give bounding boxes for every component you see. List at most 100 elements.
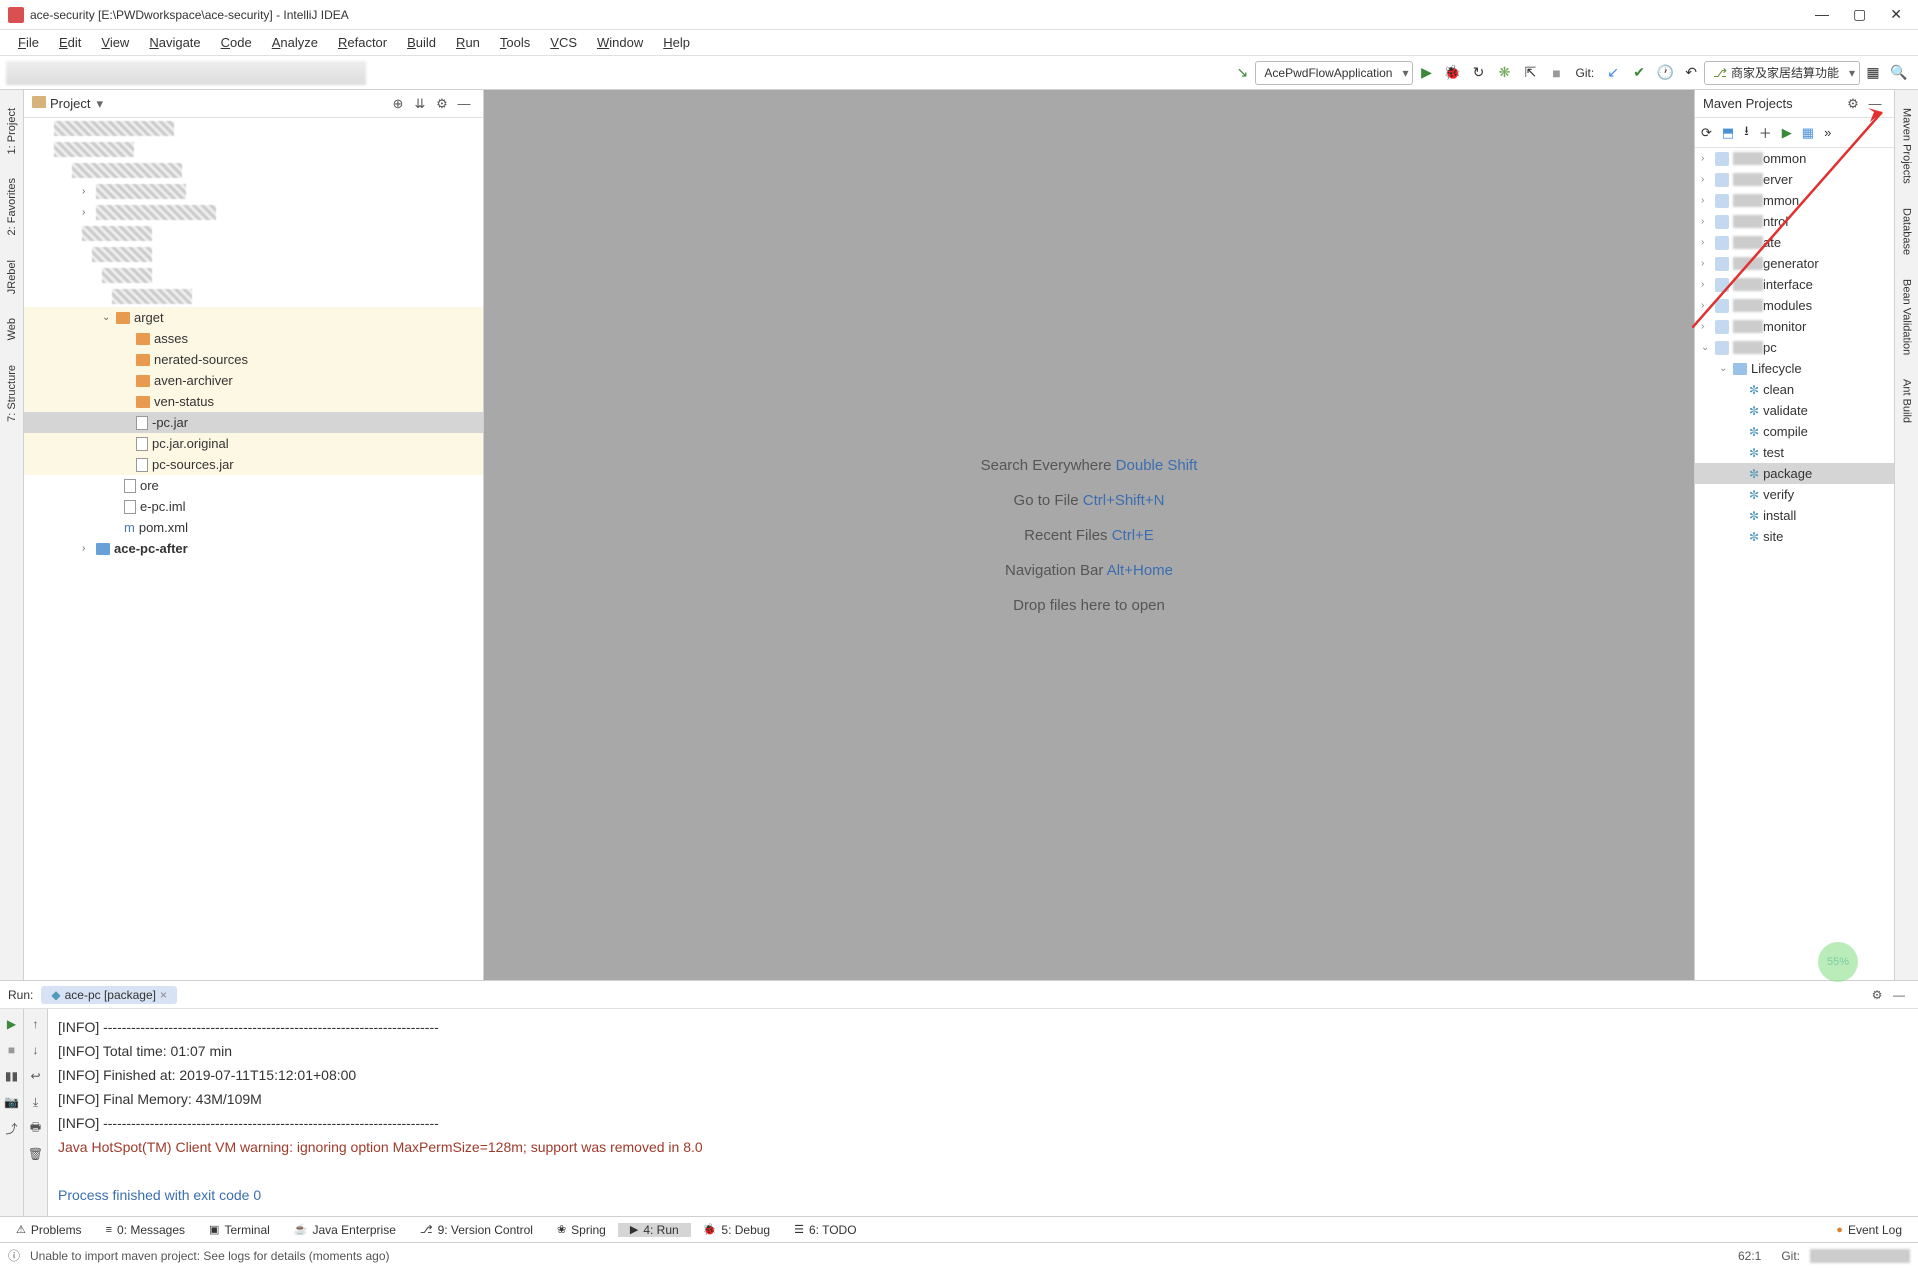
up-icon[interactable]: ↑ <box>27 1015 45 1033</box>
maven-goal-clean[interactable]: ✼clean <box>1695 379 1894 400</box>
left-tab-web[interactable]: Web <box>4 306 20 352</box>
maven-module-row[interactable]: ⌄pc <box>1695 337 1894 358</box>
menu-view[interactable]: View <box>91 31 139 54</box>
tree-item-label[interactable]: aven-archiver <box>154 373 233 388</box>
run-maven-icon[interactable]: ▶ <box>1782 125 1792 141</box>
maven-goal-compile[interactable]: ✼compile <box>1695 421 1894 442</box>
maven-module-row[interactable]: ›monitor <box>1695 316 1894 337</box>
stop-icon[interactable]: ■ <box>1543 60 1569 86</box>
run-console[interactable]: [INFO] ---------------------------------… <box>48 1009 1918 1216</box>
menu-analyze[interactable]: Analyze <box>262 31 328 54</box>
vcs-commit-icon[interactable]: ✔ <box>1626 60 1652 86</box>
menu-build[interactable]: Build <box>397 31 446 54</box>
tree-item-label[interactable]: -pc.jar <box>152 415 188 430</box>
left-tab-7--structure[interactable]: 7: Structure <box>4 353 20 434</box>
maven-lifecycle-folder[interactable]: ⌄Lifecycle <box>1695 358 1894 379</box>
maven-module-row[interactable]: ›mmon <box>1695 190 1894 211</box>
run-icon[interactable]: ▶ <box>1413 60 1439 86</box>
stop-icon[interactable]: ■ <box>3 1041 21 1059</box>
build-icon[interactable]: ↘ <box>1229 60 1255 86</box>
status-git-label[interactable]: Git: <box>1771 1249 1810 1263</box>
maven-module-row[interactable]: ›ntrol <box>1695 211 1894 232</box>
bottom-tab-problems[interactable]: ⚠Problems <box>4 1223 94 1237</box>
project-panel-title[interactable]: Project <box>50 96 90 111</box>
menu-code[interactable]: Code <box>211 31 262 54</box>
bottom-tab-5--debug[interactable]: 🐞5: Debug <box>691 1223 782 1237</box>
down-icon[interactable]: ↓ <box>27 1041 45 1059</box>
right-tab-maven-projects[interactable]: Maven Projects <box>1899 96 1915 196</box>
bottom-tab-java-enterprise[interactable]: ☕Java Enterprise <box>282 1223 408 1237</box>
left-tab-1--project[interactable]: 1: Project <box>4 96 20 166</box>
attach-icon[interactable]: ⇱ <box>1517 60 1543 86</box>
menu-run[interactable]: Run <box>446 31 490 54</box>
right-tab-ant-build[interactable]: Ant Build <box>1899 367 1915 435</box>
hide-icon[interactable]: — <box>1888 988 1910 1002</box>
menu-navigate[interactable]: Navigate <box>139 31 210 54</box>
project-structure-icon[interactable]: ▦ <box>1860 60 1886 86</box>
soft-wrap-icon[interactable]: ↩ <box>27 1067 45 1085</box>
project-tree[interactable]: › › ⌄arget asses nerated-sources aven-ar… <box>24 118 483 980</box>
tree-item-label[interactable]: pc.jar.original <box>152 436 229 451</box>
bottom-tab-6--todo[interactable]: ☰6: TODO <box>782 1223 868 1237</box>
dropdown-icon[interactable]: ▾ <box>96 96 103 112</box>
dump-icon[interactable]: 📷 <box>3 1093 21 1111</box>
rerun-icon[interactable]: ▶ <box>3 1015 21 1033</box>
menu-vcs[interactable]: VCS <box>540 31 587 54</box>
bottom-tab-4--run[interactable]: ▶4: Run <box>618 1223 691 1237</box>
run-tab[interactable]: ◆ ace-pc [package] × <box>41 986 177 1004</box>
tree-item-label[interactable]: asses <box>154 331 188 346</box>
event-log-tab[interactable]: ●Event Log <box>1824 1223 1914 1237</box>
maven-goal-verify[interactable]: ✼verify <box>1695 484 1894 505</box>
maven-module-row[interactable]: ›ommon <box>1695 148 1894 169</box>
exit-icon[interactable]: ⤴ <box>3 1119 21 1137</box>
tree-item-label[interactable]: ven-status <box>154 394 214 409</box>
tree-item-label[interactable]: ace-pc-after <box>114 541 188 556</box>
download-icon[interactable]: ⭳ <box>1744 122 1749 144</box>
maven-module-row[interactable]: ›ate <box>1695 232 1894 253</box>
right-tab-bean-validation[interactable]: Bean Validation <box>1899 267 1915 367</box>
print-icon[interactable]: 🖶 <box>27 1119 45 1137</box>
menu-help[interactable]: Help <box>653 31 700 54</box>
vcs-history-icon[interactable]: 🕐 <box>1652 60 1678 86</box>
maximize-button[interactable]: ▢ <box>1853 6 1866 23</box>
scroll-from-source-icon[interactable]: ⊕ <box>387 96 409 112</box>
maven-goal-validate[interactable]: ✼validate <box>1695 400 1894 421</box>
bottom-tab-0--messages[interactable]: ≡0: Messages <box>94 1223 197 1237</box>
tree-item-label[interactable]: ore <box>140 478 159 493</box>
gear-icon[interactable]: ⚙ <box>431 96 453 112</box>
reimport-icon[interactable]: ⟳ <box>1701 125 1712 141</box>
maven-tree[interactable]: ›ommon›erver›mmon›ntrol›ate›generator›in… <box>1695 148 1894 980</box>
maven-module-row[interactable]: ›generator <box>1695 253 1894 274</box>
profile-icon[interactable]: ❋ <box>1491 60 1517 86</box>
clear-icon[interactable]: 🗑 <box>27 1145 45 1163</box>
run-config-combo[interactable]: AcePwdFlowApplication <box>1255 61 1413 85</box>
debug-icon[interactable]: 🐞 <box>1439 60 1465 86</box>
maven-goal-site[interactable]: ✼site <box>1695 526 1894 547</box>
gear-icon[interactable]: ⚙ <box>1842 96 1864 112</box>
maven-module-row[interactable]: ›modules <box>1695 295 1894 316</box>
bottom-tab-terminal[interactable]: ▣Terminal <box>197 1223 282 1237</box>
branch-combo[interactable]: ⎇商家及家居结算功能 <box>1704 61 1860 85</box>
bottom-tab-spring[interactable]: ❀Spring <box>545 1223 618 1237</box>
tree-item-label[interactable]: e-pc.iml <box>140 499 186 514</box>
scroll-to-end-icon[interactable]: ⤓ <box>27 1093 45 1111</box>
left-tab-2--favorites[interactable]: 2: Favorites <box>4 166 20 247</box>
menu-edit[interactable]: Edit <box>49 31 91 54</box>
maven-goal-install[interactable]: ✼install <box>1695 505 1894 526</box>
close-button[interactable]: ✕ <box>1890 6 1902 23</box>
left-tab-jrebel[interactable]: JRebel <box>4 248 20 306</box>
close-tab-icon[interactable]: × <box>160 988 167 1002</box>
vcs-update-icon[interactable]: ↙ <box>1600 60 1626 86</box>
collapse-all-icon[interactable]: ⇊ <box>409 96 431 112</box>
generate-sources-icon[interactable]: ⬒ <box>1722 125 1734 141</box>
maven-goal-test[interactable]: ✼test <box>1695 442 1894 463</box>
coverage-icon[interactable]: ↻ <box>1465 60 1491 86</box>
hide-icon[interactable]: — <box>1864 96 1886 111</box>
show-options-icon[interactable]: » <box>1824 125 1831 140</box>
vcs-revert-icon[interactable]: ↶ <box>1678 60 1704 86</box>
tree-item-label[interactable]: nerated-sources <box>154 352 248 367</box>
tree-item-label[interactable]: pom.xml <box>139 520 188 535</box>
right-tab-database[interactable]: Database <box>1899 196 1915 267</box>
maven-goal-package[interactable]: ✼package <box>1695 463 1894 484</box>
search-icon[interactable]: 🔍 <box>1886 60 1912 86</box>
